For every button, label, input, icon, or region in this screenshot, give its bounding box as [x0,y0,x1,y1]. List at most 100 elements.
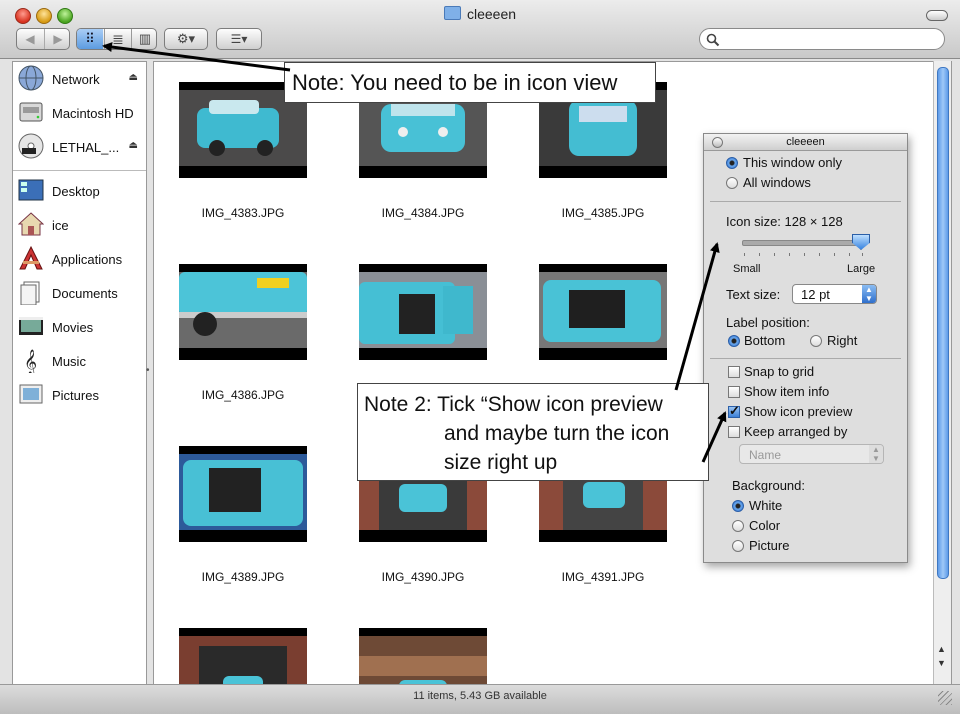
documents-icon [20,281,40,305]
text-size-value: 12 pt [801,287,830,302]
background-picture-radio[interactable] [732,540,744,552]
arrange-by-select[interactable]: Name ▲ ▼ [739,444,884,464]
show-item-info-checkbox[interactable] [728,386,740,398]
all-windows-radio[interactable] [726,177,738,189]
photo-thumbnail [179,628,307,685]
all-windows-label: All windows [743,175,811,190]
photo-thumbnail [179,264,307,360]
music-icon: 𝄞 [24,349,37,373]
sidebar-item-desktop[interactable]: Desktop [13,176,146,206]
photo-thumbnail [539,264,667,360]
slider-tick [862,253,863,256]
show-item-info-label: Show item info [744,384,830,399]
folder-icon [443,6,461,20]
eject-icon[interactable]: ⏏ [129,72,138,83]
title-bar: cleeeen ◀ ▶ ⠿ ≣ ▥ ⚙▾ ☰▾ [0,0,960,59]
dvd-icon [18,133,44,159]
action-menu-button[interactable]: ⚙▾ [164,28,208,50]
view-options-panel: cleeeen This window only All windows Ico… [703,133,908,563]
icon-view-button[interactable]: ⠿ [77,29,103,49]
status-text: 11 items, 5.43 GB available [413,690,547,702]
icon-size-slider[interactable] [742,240,866,246]
search-icon [706,33,720,47]
list-view-button[interactable]: ≣ [104,29,131,49]
view-mode-control: ⠿ ≣ ▥ [76,28,157,50]
photo-thumbnail [359,264,487,360]
label-right-radio[interactable] [810,335,822,347]
callout-line: size right up [444,451,558,474]
resize-grip-icon[interactable] [938,691,952,705]
file-name: IMG_4390.JPG [381,570,465,584]
vertical-scrollbar[interactable]: ▲ ▼ [933,61,951,684]
sidebar-item-dvd[interactable]: LETHAL_... ⏏ [13,132,146,162]
sidebar-item-label: ice [52,218,69,233]
sidebar-item-label: Movies [52,320,94,335]
sidebar-item-network[interactable]: Network ⏏ [13,64,146,94]
select-arrows-icon: ▲ ▼ [862,285,876,303]
back-button[interactable]: ◀ [17,29,43,49]
movies-icon [19,317,43,335]
file-name: IMG_4385.JPG [561,206,645,220]
sidebar-item-label: Documents [52,286,118,301]
scroll-up-arrow[interactable]: ▲ [937,644,946,654]
eject-icon[interactable]: ⏏ [129,140,138,151]
back-forward-control: ◀ ▶ [16,28,70,50]
callout-line: and maybe turn the icon [444,422,670,445]
show-icon-preview-checkbox[interactable] [728,403,740,419]
slider-tick [759,253,760,256]
slider-tick [819,253,820,256]
scroll-down-arrow[interactable]: ▼ [937,658,946,668]
callout-line: Note 2: Tick “Show icon preview [364,393,663,416]
sidebar-item-applications[interactable]: Applications [13,244,146,274]
sidebar: Network ⏏ Macintosh HD LETHAL_... ⏏ Desk… [12,61,147,686]
keep-arranged-by-label: Keep arranged by [744,424,848,439]
keep-arranged-by-checkbox[interactable] [728,426,740,438]
callout-note-2: Note 2: Tick “Show icon preview and mayb… [357,383,709,481]
forward-button[interactable]: ▶ [44,29,71,49]
background-picture-label: Picture [749,538,790,553]
slider-tick [789,253,790,256]
scrollbar-thumb[interactable] [937,67,949,579]
arrange-by-value: Name [749,448,782,462]
slider-tick [744,253,745,256]
label-right-label: Right [827,333,858,348]
photo-thumbnail [179,446,307,542]
background-color-radio[interactable] [732,520,744,532]
panel-title: cleeeen [786,136,825,148]
sidebar-item-label: Network [52,72,100,87]
this-window-only-radio[interactable] [726,157,738,169]
sidebar-item-label: Applications [52,252,123,267]
hard-drive-icon [19,102,43,122]
icon-size-slider-knob[interactable] [852,234,870,250]
text-size-select[interactable]: 12 pt ▲ ▼ [792,284,877,304]
label-bottom-radio[interactable] [728,335,740,347]
sidebar-item-macintosh-hd[interactable]: Macintosh HD [13,98,146,128]
sidebar-item-home[interactable]: ice [13,210,146,240]
arrange-menu-button[interactable]: ☰▾ [216,28,262,50]
pictures-icon [19,384,43,404]
sidebar-item-label: Music [52,354,86,369]
this-window-only-label: This window only [743,155,842,170]
sidebar-item-pictures[interactable]: Pictures [13,380,146,410]
column-view-button[interactable]: ▥ [131,29,156,49]
finder-window: cleeeen ◀ ▶ ⠿ ≣ ▥ ⚙▾ ☰▾ Network ⏏ Macint… [0,0,960,714]
slider-tick [849,253,850,256]
sidebar-item-movies[interactable]: Movies [13,312,146,342]
background-white-label: White [749,498,783,513]
toolbar-toggle-button[interactable] [926,10,948,21]
sidebar-item-label: Desktop [52,184,100,199]
sidebar-divider [13,170,146,171]
label-position-label: Label position: [726,315,810,330]
sidebar-item-music[interactable]: 𝄞 Music [13,346,146,376]
photo-thumbnail [359,628,487,685]
slider-tick [774,253,775,256]
panel-divider [710,201,901,202]
search-input[interactable] [699,28,945,50]
snap-to-grid-label: Snap to grid [744,364,815,379]
background-white-radio[interactable] [732,500,744,512]
sidebar-item-documents[interactable]: Documents [13,278,146,308]
panel-close-button[interactable] [712,137,723,148]
snap-to-grid-checkbox[interactable] [728,366,740,378]
file-name: IMG_4384.JPG [381,206,465,220]
sidebar-splitter-handle[interactable]: • [146,365,150,376]
